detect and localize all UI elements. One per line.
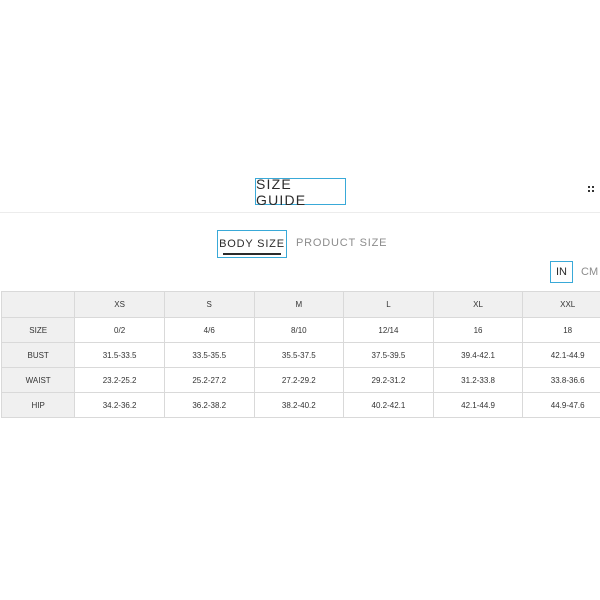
unit-cm-button[interactable]: CM (581, 263, 598, 281)
size-tabs: BODY SIZE PRODUCT SIZE (0, 230, 600, 258)
column-header: XS (74, 291, 165, 318)
tab-product-size[interactable]: PRODUCT SIZE (296, 234, 387, 252)
table-cell: 36.2-38.2 (163, 392, 255, 418)
table-cell: 38.2-40.2 (253, 392, 345, 418)
column-header: XL (432, 291, 524, 318)
table-cell: 29.2-31.2 (343, 367, 434, 393)
size-guide-title: SIZE GUIDE (255, 176, 346, 208)
table-cell: 0/2 (74, 317, 165, 343)
column-header: S (163, 291, 255, 318)
table-row: BUST 31.5-33.5 33.5-35.5 35.5-37.5 37.5-… (0, 342, 600, 368)
table-header-row: XS S M L XL XXL (0, 291, 600, 318)
row-label: WAIST (0, 367, 76, 393)
table-cell: 42.1-44.9 (432, 392, 524, 418)
table-cell: 8/10 (253, 317, 345, 343)
table-cell: 39.4-42.1 (432, 342, 524, 368)
table-cell: 35.5-37.5 (253, 342, 345, 368)
table-cell: 42.1-44.9 (522, 342, 600, 368)
table-cell: 12/14 (343, 317, 434, 343)
table-cell: 4/6 (163, 317, 255, 343)
table-cell: 18 (522, 317, 600, 343)
unit-in-button[interactable]: IN (550, 261, 573, 283)
table-cell: 34.2-36.2 (74, 392, 165, 418)
table-cell: 40.2-42.1 (343, 392, 434, 418)
table-cell: 31.2-33.8 (432, 367, 524, 393)
table-row: HIP 34.2-36.2 36.2-38.2 38.2-40.2 40.2-4… (0, 392, 600, 418)
table-cell: 25.2-27.2 (163, 367, 255, 393)
size-guide-header: SIZE GUIDE (0, 176, 600, 213)
table-cell: 31.5-33.5 (74, 342, 165, 368)
table-cell: 23.2-25.2 (74, 367, 165, 393)
row-label: SIZE (0, 317, 76, 343)
active-tab-underline (223, 253, 281, 255)
table-corner-cell (0, 291, 76, 318)
table-cell: 33.5-35.5 (163, 342, 255, 368)
table-cell: 33.8-36.6 (522, 367, 600, 393)
table-cell: 37.5-39.5 (343, 342, 434, 368)
unit-toggle: IN CM (0, 261, 600, 283)
table-cell: 27.2-29.2 (253, 367, 345, 393)
table-cell: 16 (432, 317, 524, 343)
column-header: M (253, 291, 345, 318)
table-row: WAIST 23.2-25.2 25.2-27.2 27.2-29.2 29.2… (0, 367, 600, 393)
tab-body-size-label: BODY SIZE (219, 238, 285, 250)
grip-dots-icon[interactable] (588, 186, 596, 194)
size-chart-table: XS S M L XL XXL SIZE 0/2 4/6 8/10 12/14 … (0, 291, 600, 418)
column-header: L (343, 291, 434, 318)
row-label: HIP (0, 392, 76, 418)
tab-body-size[interactable]: BODY SIZE (217, 230, 287, 258)
table-row: SIZE 0/2 4/6 8/10 12/14 16 18 (0, 317, 600, 343)
column-header: XXL (522, 291, 600, 318)
table-cell: 44.9-47.6 (522, 392, 600, 418)
row-label: BUST (0, 342, 76, 368)
